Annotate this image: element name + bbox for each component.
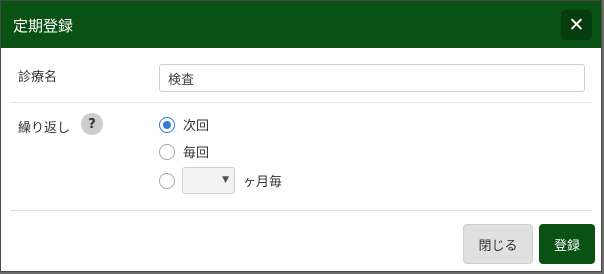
schedule-dialog: 定期登録 ✕ 診療名 繰り返し ? 次回 毎回 ▼ ヶ月毎 閉じる 登録 [0, 0, 602, 272]
radio-option-next[interactable]: 次回 [159, 115, 209, 134]
dialog-header: 定期登録 ✕ [1, 1, 601, 48]
radio-label-every: 毎回 [183, 146, 210, 161]
dialog-title: 定期登録 [13, 17, 74, 35]
treatment-input[interactable] [159, 64, 585, 92]
repeat-label: 繰り返し [18, 121, 71, 136]
register-button-label: 登録 [553, 238, 580, 254]
close-button[interactable]: 閉じる [463, 224, 533, 264]
treatment-label: 診療名 [18, 70, 58, 85]
radio-button[interactable] [159, 172, 175, 189]
close-button-label: 閉じる [478, 238, 518, 254]
radio-button[interactable] [159, 116, 175, 133]
radio-option-monthly[interactable]: ▼ ヶ月毎 [159, 167, 282, 194]
chevron-down-icon: ▼ [222, 175, 229, 185]
divider [10, 210, 592, 211]
register-button[interactable]: 登録 [539, 224, 595, 264]
radio-button[interactable] [159, 143, 175, 160]
radio-option-every[interactable]: 毎回 [159, 142, 209, 161]
radio-label-monthly: ヶ月毎 [243, 175, 283, 190]
month-select[interactable]: ▼ [182, 167, 235, 194]
radio-label-next: 次回 [183, 119, 210, 134]
divider [10, 102, 592, 103]
close-icon[interactable]: ✕ [561, 10, 592, 40]
close-glyph: ✕ [568, 13, 585, 36]
help-icon[interactable]: ? [81, 113, 103, 135]
